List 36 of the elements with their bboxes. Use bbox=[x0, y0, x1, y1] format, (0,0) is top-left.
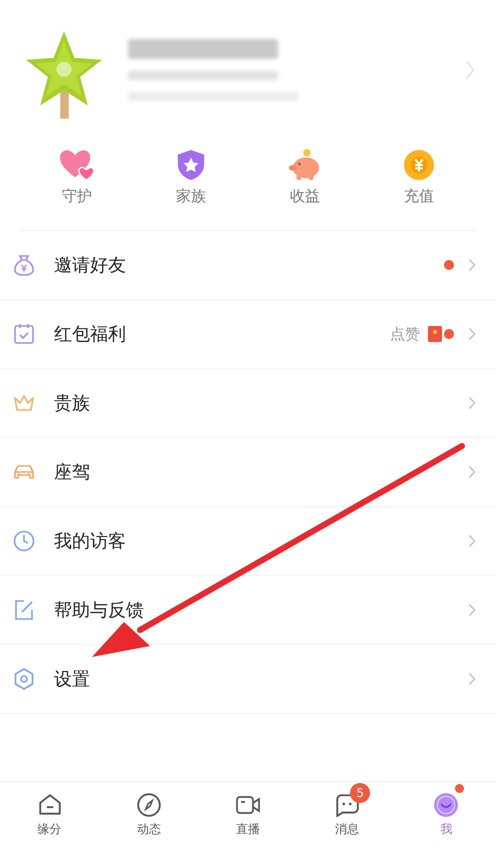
menu-item[interactable]: 帮助与反馈 bbox=[54, 598, 144, 622]
yuan-coin-icon[interactable] bbox=[402, 149, 436, 181]
money-bag-icon bbox=[12, 253, 36, 277]
menu-item[interactable]: 红包福利 bbox=[54, 322, 126, 346]
menu-item[interactable]: 贵族 bbox=[54, 391, 90, 415]
hint-text: 点赞 bbox=[390, 324, 420, 344]
shortcut-label[interactable]: 充值 bbox=[404, 187, 434, 206]
menu-item[interactable]: 座驾 bbox=[54, 460, 90, 484]
menu-item[interactable]: 我的访客 bbox=[54, 529, 126, 553]
compass-icon bbox=[136, 792, 162, 818]
chevron-icon[interactable] bbox=[468, 327, 476, 341]
chevron-icon[interactable] bbox=[468, 465, 476, 479]
hearts-icon[interactable] bbox=[60, 149, 94, 181]
chevron-icon[interactable] bbox=[468, 258, 476, 272]
shortcut-label[interactable]: 收益 bbox=[290, 187, 320, 206]
tab[interactable]: 5 消息 bbox=[298, 782, 397, 854]
unread-badge: 5 bbox=[350, 783, 370, 803]
settings-icon bbox=[12, 667, 36, 691]
chevron-icon[interactable] bbox=[468, 603, 476, 617]
clock-icon bbox=[12, 529, 36, 553]
chevron-icon[interactable] bbox=[464, 59, 476, 81]
menu-item[interactable]: 设置 bbox=[54, 667, 90, 691]
chevron-icon[interactable] bbox=[468, 672, 476, 686]
edit-icon bbox=[12, 598, 36, 622]
tab[interactable]: 我 bbox=[396, 782, 496, 854]
smile-icon bbox=[433, 792, 460, 818]
shortcut-label[interactable]: 家族 bbox=[176, 187, 206, 206]
shortcut-label[interactable]: 守护 bbox=[62, 187, 92, 206]
chevron-icon[interactable] bbox=[468, 396, 476, 410]
calendar-check-icon bbox=[12, 322, 36, 346]
piggy-bank-icon[interactable] bbox=[288, 149, 322, 181]
menu-item[interactable]: 邀请好友 bbox=[54, 253, 126, 277]
tab[interactable]: 直播 bbox=[198, 782, 298, 854]
chevron-icon[interactable] bbox=[468, 534, 476, 548]
tab[interactable]: 缘分 bbox=[0, 782, 100, 854]
tab[interactable]: 动态 bbox=[99, 782, 198, 854]
